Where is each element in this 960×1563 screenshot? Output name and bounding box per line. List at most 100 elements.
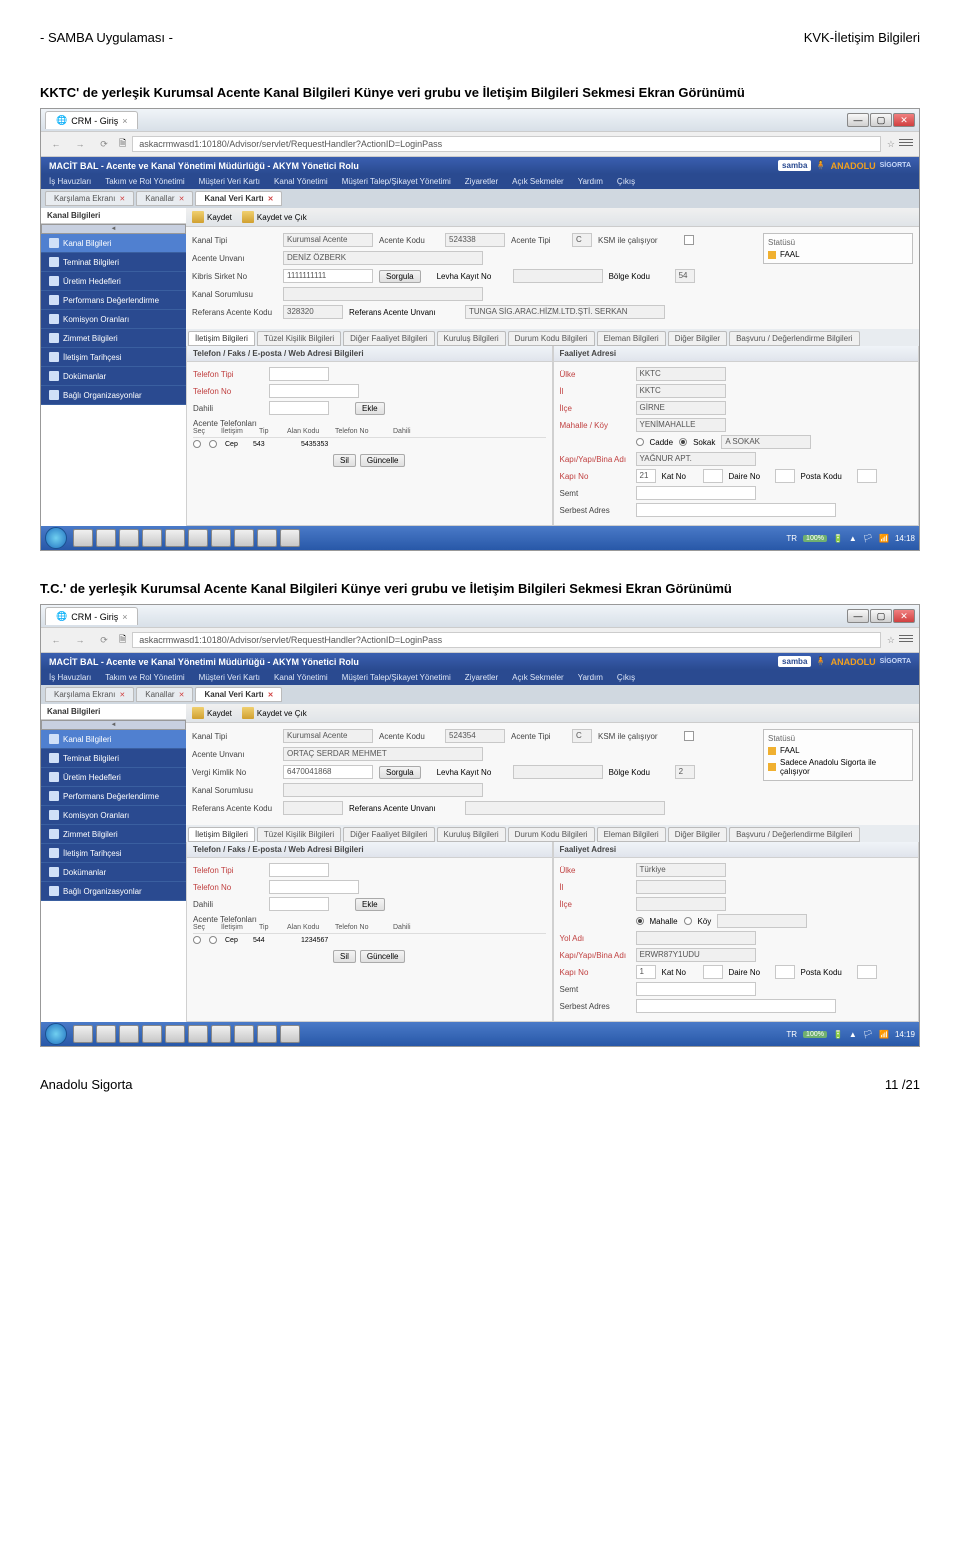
select-il[interactable]: KKTC [636, 384, 726, 398]
radio-sokak[interactable] [679, 438, 687, 446]
sidebar-item[interactable]: Kanal Bilgileri [41, 234, 186, 253]
subtab-contact[interactable]: İletişim Bilgileri [188, 827, 255, 842]
subtab[interactable]: Tüzel Kişilik Bilgileri [257, 827, 341, 842]
taskbar-app-icon[interactable] [280, 529, 300, 547]
window-close-button[interactable]: ✕ [893, 113, 915, 127]
tab-channels[interactable]: Kanallar✕ [136, 191, 193, 206]
input-dahili[interactable] [269, 897, 329, 911]
input-serbest-adres[interactable] [636, 999, 836, 1013]
taskbar-app-icon[interactable] [234, 1025, 254, 1043]
tab-close-icon[interactable]: ✕ [268, 196, 274, 203]
forward-button[interactable]: → [71, 631, 89, 649]
input-kat-no[interactable] [703, 965, 723, 979]
menu-item[interactable]: Kanal Yönetimi [274, 177, 328, 186]
maximize-button[interactable]: ▢ [870, 113, 892, 127]
tray-flag-icon[interactable]: 🏳 [863, 534, 873, 543]
sidebar-toggle[interactable] [41, 224, 186, 234]
input-daire-no[interactable] [775, 965, 795, 979]
subtab[interactable]: Eleman Bilgileri [597, 331, 666, 346]
input-mahalle-koy[interactable] [717, 914, 807, 928]
tab-close-icon[interactable]: ✕ [179, 692, 185, 699]
select-ulke[interactable]: KKTC [636, 367, 726, 381]
save-exit-button[interactable]: Kaydet ve Çık [242, 707, 307, 719]
taskbar-app-icon[interactable] [73, 529, 93, 547]
tab-close-icon[interactable]: ✕ [119, 196, 125, 203]
sidebar-item[interactable]: Üretim Hedefleri [41, 768, 186, 787]
select-il[interactable] [636, 880, 726, 894]
sidebar-toggle[interactable] [41, 720, 186, 730]
star-icon[interactable]: ☆ [887, 635, 895, 646]
input-kapi-no[interactable]: 1 [636, 965, 656, 979]
save-exit-button[interactable]: Kaydet ve Çık [242, 211, 307, 223]
taskbar-app-icon[interactable] [257, 529, 277, 547]
browser-tab[interactable]: 🌐 CRM - Giriş × [45, 607, 138, 625]
reload-button[interactable]: ⟳ [95, 135, 113, 153]
select-telefon-tipi[interactable] [269, 863, 329, 877]
subtab[interactable]: Kuruluş Bilgileri [437, 827, 506, 842]
input-semt[interactable] [636, 982, 756, 996]
select-ilce[interactable]: GİRNE [636, 401, 726, 415]
sidebar-item[interactable]: Performans Değerlendirme [41, 787, 186, 806]
row-radio[interactable] [209, 440, 217, 448]
tab-close-icon[interactable]: ✕ [119, 692, 125, 699]
tab-close-icon[interactable]: ✕ [179, 196, 185, 203]
menu-item[interactable]: Ziyaretler [465, 673, 498, 682]
tab-channel-card[interactable]: Kanal Veri Kartı✕ [195, 191, 282, 206]
guncelle-button[interactable]: Güncelle [360, 454, 406, 467]
subtab[interactable]: Diğer Bilgiler [668, 331, 727, 346]
subtab[interactable]: Durum Kodu Bilgileri [508, 331, 595, 346]
menu-item[interactable]: Takım ve Rol Yönetimi [105, 673, 184, 682]
window-close-button[interactable]: ✕ [893, 609, 915, 623]
tray-lang[interactable]: TR [786, 534, 797, 543]
checkbox-ksm[interactable] [684, 235, 694, 245]
sidebar-item[interactable]: Dokümanlar [41, 863, 186, 882]
sidebar-item[interactable]: Kanal Bilgileri [41, 730, 186, 749]
radio-cadde[interactable] [636, 438, 644, 446]
tray-lang[interactable]: TR [786, 1030, 797, 1039]
menu-item[interactable]: Çıkış [617, 177, 635, 186]
ekle-button[interactable]: Ekle [355, 898, 385, 911]
star-icon[interactable]: ☆ [887, 139, 895, 150]
select-ilce[interactable] [636, 897, 726, 911]
sidebar-item[interactable]: Teminat Bilgileri [41, 253, 186, 272]
input-posta-kodu[interactable] [857, 469, 877, 483]
sidebar-item[interactable]: Zimmet Bilgileri [41, 825, 186, 844]
taskbar-app-icon[interactable] [96, 529, 116, 547]
sorgula-button[interactable]: Sorgula [379, 270, 421, 283]
subtab[interactable]: Kuruluş Bilgileri [437, 331, 506, 346]
taskbar-app-icon[interactable] [142, 1025, 162, 1043]
taskbar-app-icon[interactable] [234, 529, 254, 547]
input-kapi-no[interactable]: 21 [636, 469, 656, 483]
subtab[interactable]: Diğer Faaliyet Bilgileri [343, 827, 434, 842]
taskbar-app-icon[interactable] [211, 1025, 231, 1043]
tab-channels[interactable]: Kanallar✕ [136, 687, 193, 702]
taskbar-app-icon[interactable] [142, 529, 162, 547]
minimize-button[interactable]: — [847, 609, 869, 623]
subtab[interactable]: Diğer Bilgiler [668, 827, 727, 842]
menu-item[interactable]: Müşteri Veri Kartı [199, 177, 260, 186]
select-telefon-tipi[interactable] [269, 367, 329, 381]
sidebar-item[interactable]: Üretim Hedefleri [41, 272, 186, 291]
menu-item[interactable]: İş Havuzları [49, 673, 91, 682]
menu-item[interactable]: Açık Sekmeler [512, 673, 564, 682]
maximize-button[interactable]: ▢ [870, 609, 892, 623]
subtab[interactable]: Başvuru / Değerlendirme Bilgileri [729, 331, 860, 346]
tab-close-icon[interactable]: × [122, 116, 127, 126]
guncelle-button[interactable]: Güncelle [360, 950, 406, 963]
menu-item[interactable]: Takım ve Rol Yönetimi [105, 177, 184, 186]
subtab[interactable]: Eleman Bilgileri [597, 827, 666, 842]
taskbar-app-icon[interactable] [188, 529, 208, 547]
tab-welcome[interactable]: Karşılama Ekranı✕ [45, 191, 134, 206]
sidebar-item[interactable]: Komisyon Oranları [41, 806, 186, 825]
taskbar-app-icon[interactable] [257, 1025, 277, 1043]
sidebar-item[interactable]: Komisyon Oranları [41, 310, 186, 329]
row-radio[interactable] [209, 936, 217, 944]
taskbar-app-icon[interactable] [73, 1025, 93, 1043]
input-telefon-no[interactable] [269, 880, 359, 894]
menu-item[interactable]: Açık Sekmeler [512, 177, 564, 186]
row-radio[interactable] [193, 440, 201, 448]
save-button[interactable]: Kaydet [192, 707, 232, 719]
taskbar-app-icon[interactable] [280, 1025, 300, 1043]
sidebar-item[interactable]: İletişim Tarihçesi [41, 348, 186, 367]
sidebar-item[interactable]: Bağlı Organizasyonlar [41, 386, 186, 405]
